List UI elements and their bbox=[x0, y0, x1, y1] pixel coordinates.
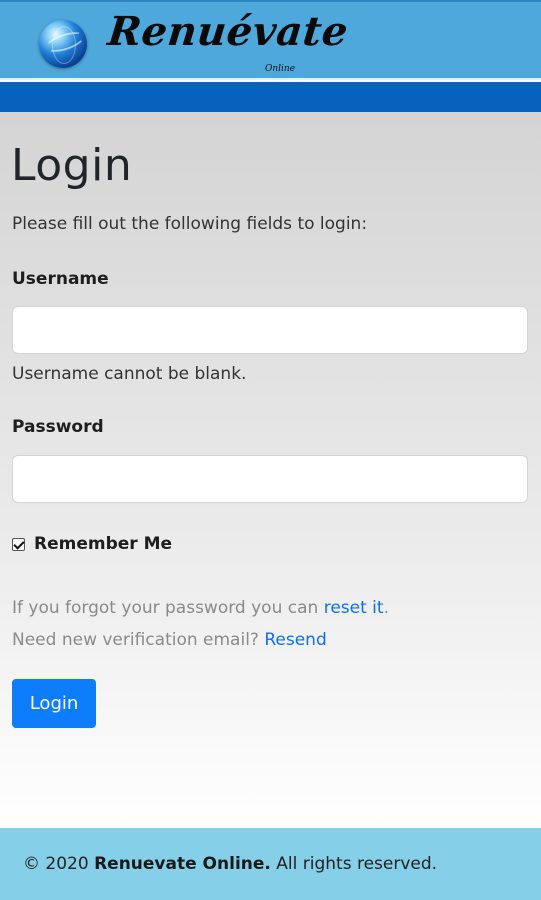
forgot-password-prefix: If you forgot your password you can bbox=[12, 598, 324, 618]
footer-copyright: © 2020 bbox=[23, 854, 95, 874]
resend-verification-link[interactable]: Resend bbox=[264, 630, 326, 650]
reset-password-link[interactable]: reset it bbox=[324, 598, 384, 618]
brand-logo-text[interactable]: Renuévate bbox=[106, 8, 351, 55]
globe-logo-icon[interactable] bbox=[39, 20, 87, 68]
header-divider bbox=[0, 78, 541, 80]
username-error-message: Username cannot be blank. bbox=[12, 364, 247, 384]
navbar bbox=[0, 82, 541, 112]
site-footer: © 2020 Renuevate Online. All rights rese… bbox=[0, 828, 541, 900]
remember-me-label[interactable]: Remember Me bbox=[34, 534, 172, 554]
login-intro-text: Please fill out the following fields to … bbox=[12, 214, 368, 234]
username-label: Username bbox=[12, 269, 109, 289]
remember-me-checkbox[interactable] bbox=[12, 537, 25, 551]
footer-brand: Renuevate Online. bbox=[94, 854, 271, 874]
password-label: Password bbox=[12, 417, 104, 437]
resend-verification-text: Need new verification email? Resend bbox=[12, 630, 327, 650]
footer-rights: All rights reserved. bbox=[270, 854, 438, 874]
username-input[interactable] bbox=[12, 306, 528, 354]
resend-verification-prefix: Need new verification email? bbox=[12, 630, 265, 650]
forgot-password-suffix: . bbox=[383, 598, 389, 618]
password-input[interactable] bbox=[12, 455, 528, 503]
page-title: Login bbox=[11, 140, 133, 191]
remember-me-row: Remember Me bbox=[12, 534, 172, 554]
site-header: Renuévate Online bbox=[0, 0, 541, 80]
login-button[interactable]: Login bbox=[12, 679, 96, 728]
brand-logo-subtext: Online bbox=[265, 64, 296, 74]
forgot-password-text: If you forgot your password you can rese… bbox=[12, 598, 389, 618]
